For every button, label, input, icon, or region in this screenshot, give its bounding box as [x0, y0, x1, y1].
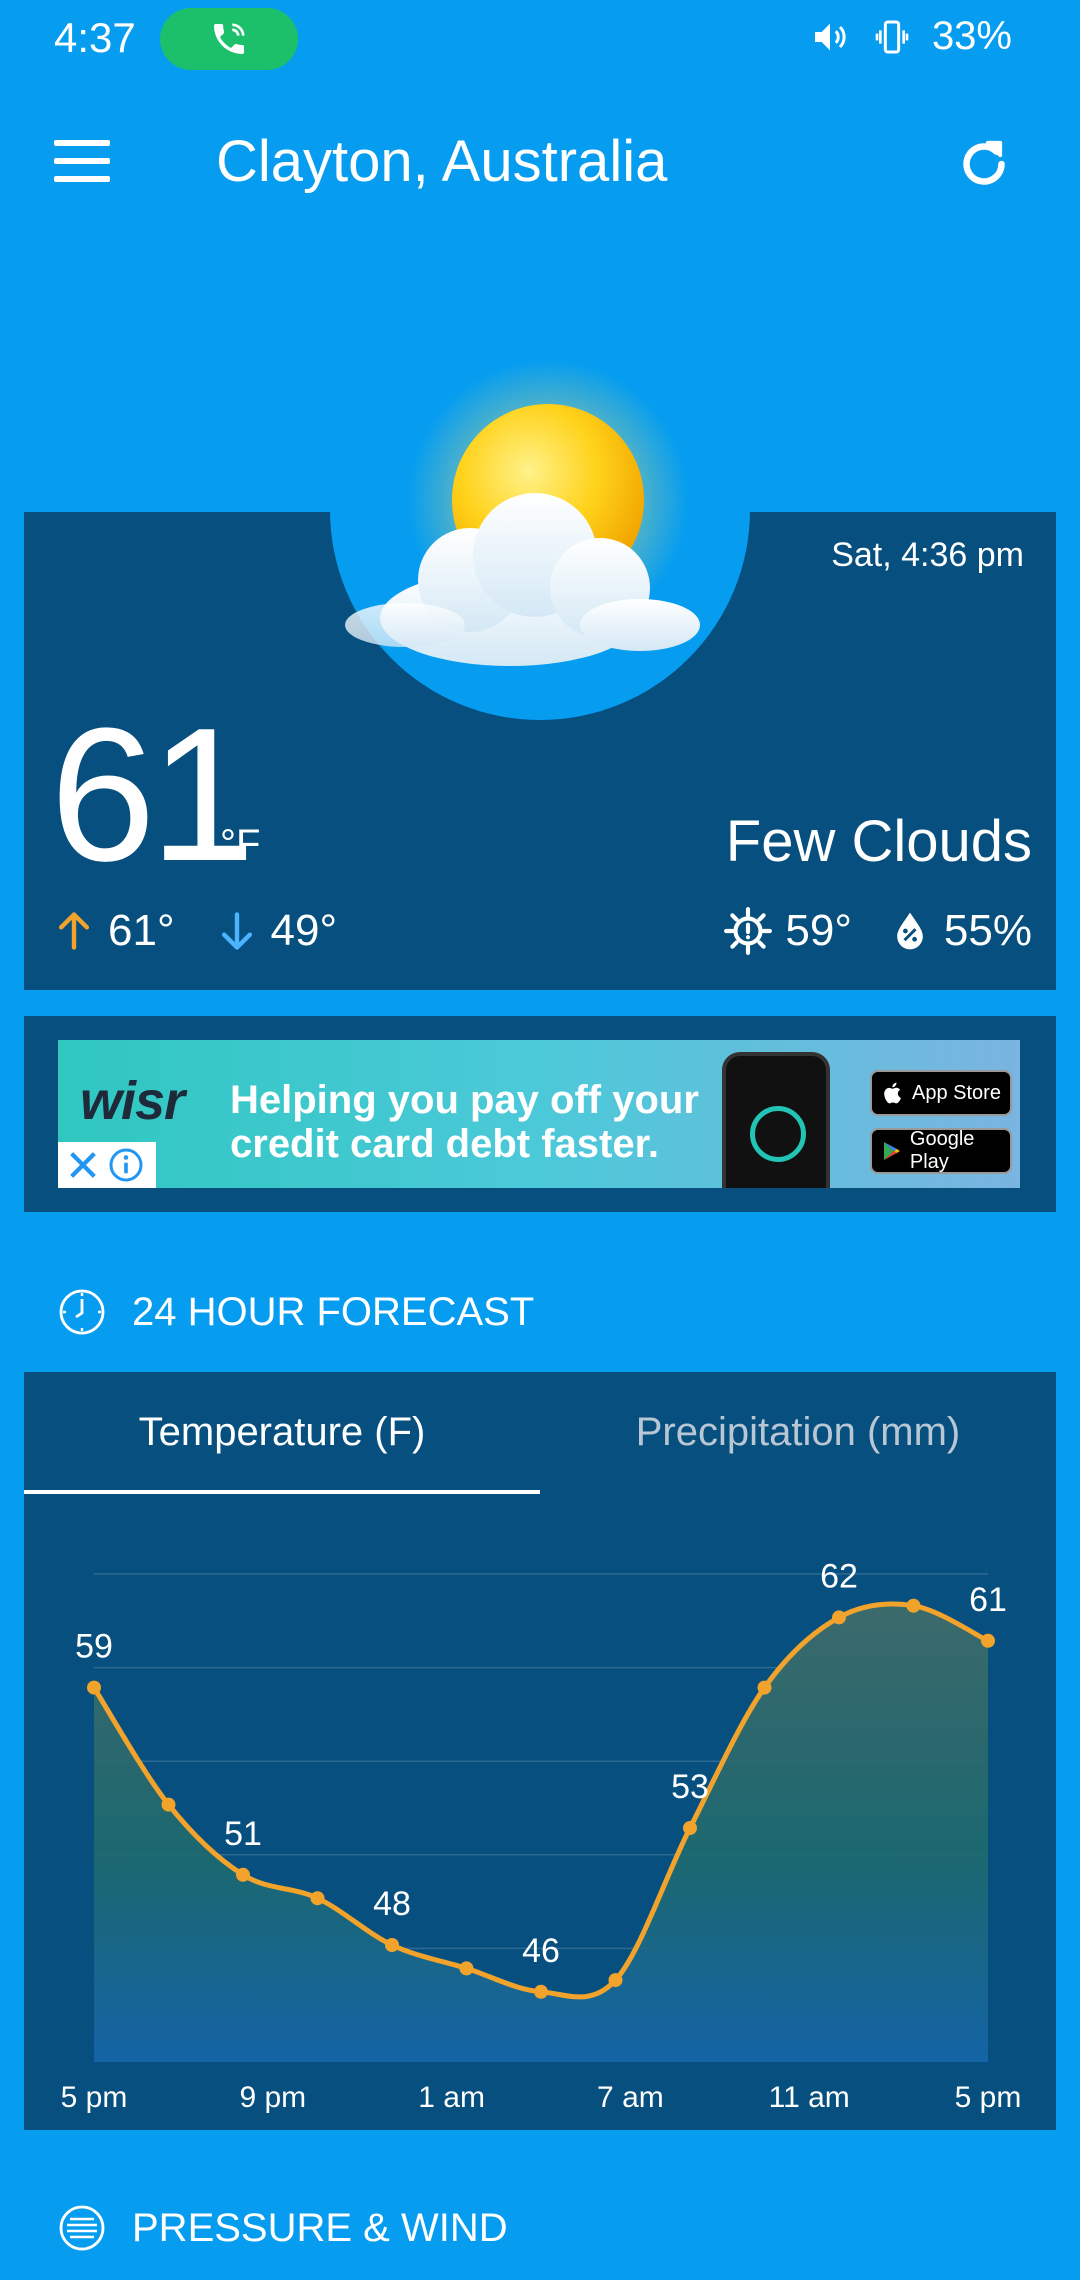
ad-headline: Helping you pay off your credit card deb…	[230, 1078, 699, 1166]
status-bar: 4:37 33%	[0, 0, 1080, 80]
chart-data-label: 48	[373, 1885, 411, 1923]
app-bar: Clayton, Australia	[0, 110, 1080, 220]
chart-x-tick-label: 11 am	[769, 2081, 850, 2114]
temperature-unit: °F	[220, 822, 261, 866]
ad-phone-image	[722, 1052, 830, 1188]
chart-point	[683, 1821, 697, 1835]
ad-banner[interactable]: wisr Helping you pay off your credit car…	[58, 1040, 1020, 1188]
low-temp: 49°	[270, 906, 338, 955]
high-low-temps: 61° 49°	[52, 906, 377, 956]
chart-point	[87, 1680, 101, 1695]
ad-container: wisr Helping you pay off your credit car…	[24, 1016, 1056, 1212]
status-time: 4:37	[54, 14, 136, 61]
refresh-icon[interactable]	[954, 134, 1014, 194]
sun-alert-icon	[724, 907, 773, 955]
chart-data-label: 53	[671, 1768, 709, 1806]
status-indicators: 33%	[808, 14, 1012, 59]
chart-data-label: 46	[522, 1932, 560, 1970]
pressure-section-title: PRESSURE & WIND	[132, 2205, 508, 2250]
vibrate-icon	[875, 20, 909, 53]
chart-point	[236, 1867, 250, 1882]
app-store-label: App Store	[912, 1081, 1001, 1104]
clock-icon	[59, 1289, 105, 1335]
ad-headline-line1: Helping you pay off your	[230, 1078, 699, 1122]
ad-headline-line2: credit card debt faster.	[230, 1122, 660, 1166]
chart-data-label: 61	[969, 1581, 1007, 1619]
apple-icon	[884, 1082, 901, 1104]
temperature-chart: 59 51 48 46 53 62 61 5 pm 9 pm 1 am 7 am 11 am 5 pm	[61, 1557, 1022, 2114]
battery-level: 33%	[931, 14, 1012, 58]
ad-close-controls	[58, 1142, 156, 1188]
arrow-up-icon	[58, 912, 90, 950]
app-store-badge[interactable]: App Store	[870, 1070, 1012, 1116]
ongoing-call-pill[interactable]	[160, 8, 298, 70]
ad-brand-logo: wisr	[80, 1071, 185, 1131]
chart-point	[832, 1610, 846, 1625]
location-title[interactable]: Clayton, Australia	[216, 128, 667, 195]
chart-data-label: 59	[75, 1628, 113, 1666]
chart-point	[534, 1984, 548, 1999]
pressure-section-header: PRESSURE & WIND	[58, 2204, 508, 2252]
pressure-gauge-icon	[59, 2205, 105, 2251]
google-play-badge[interactable]: Google Play	[870, 1128, 1012, 1174]
sun-cloud-icon	[345, 360, 700, 666]
humidity-drop-icon	[897, 912, 923, 950]
google-play-icon	[883, 1142, 900, 1160]
forecast-section-title: 24 HOUR FORECAST	[132, 1289, 535, 1334]
weather-condition: Few Clouds	[725, 809, 1032, 874]
chart-point	[906, 1598, 921, 1613]
chart-x-tick-label: 5 pm	[61, 2081, 128, 2114]
chart-x-tick-label: 5 pm	[955, 2081, 1022, 2114]
chart-point	[310, 1891, 325, 1906]
ad-info-icon[interactable]	[108, 1147, 144, 1183]
chart-point	[161, 1797, 176, 1812]
ad-close-icon[interactable]	[66, 1148, 100, 1182]
forecast-section-header: 24 HOUR FORECAST	[58, 1288, 534, 1336]
chart-point	[608, 1973, 623, 1988]
chart-point	[981, 1633, 995, 1648]
feels-like-temp: 59°	[785, 906, 852, 955]
current-datetime: Sat, 4:36 pm	[831, 536, 1024, 574]
high-temp: 61°	[108, 906, 175, 955]
feels-like-humidity: 59° 55%	[723, 906, 1032, 956]
chart-data-label: 51	[224, 1815, 262, 1853]
phone-call-icon	[214, 23, 245, 54]
menu-icon[interactable]	[54, 140, 114, 188]
forecast-card: Temperature (F) Precipitation (mm) 59 51 4…	[24, 1372, 1056, 2130]
volume-icon	[814, 23, 846, 50]
arrow-down-icon	[221, 912, 252, 950]
chart-data-label: 62	[820, 1557, 858, 1595]
chart-point	[459, 1961, 474, 1976]
humidity-value: 55%	[943, 906, 1032, 955]
chart-point	[757, 1680, 772, 1695]
chart-point	[385, 1938, 399, 1952]
chart-x-tick-label: 9 pm	[239, 2081, 306, 2114]
chart-x-tick-label: 1 am	[418, 2081, 485, 2114]
google-play-label: Google Play	[909, 1128, 975, 1173]
chart-x-tick-label: 7 am	[597, 2081, 664, 2114]
